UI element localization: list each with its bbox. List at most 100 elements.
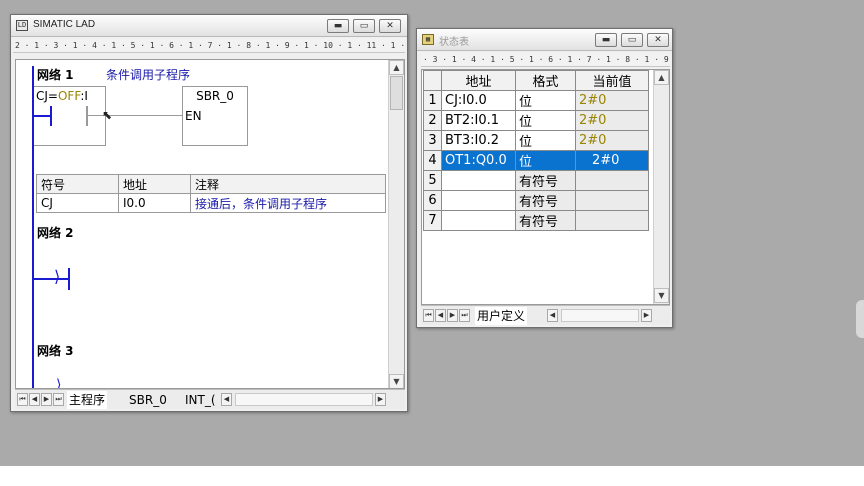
status-vertical-scrollbar[interactable]: ▲ ▼ [653, 70, 669, 304]
tab-int[interactable]: INT_( [183, 391, 218, 409]
lad-vertical-scrollbar[interactable]: ▲ ▼ [388, 60, 404, 388]
format-column-header: 格式 [515, 70, 576, 91]
status-prev-page-icon[interactable]: ◀ [435, 309, 446, 322]
side-edge-tab[interactable] [856, 300, 864, 338]
status-tab-scroll-right-icon[interactable]: ▶ [641, 309, 652, 322]
format-cell[interactable]: 位 [515, 110, 576, 131]
value-cell[interactable]: 2#0 [575, 150, 649, 171]
value-cell[interactable] [575, 170, 649, 191]
row-number[interactable]: 1 [423, 90, 442, 111]
next-page-icon[interactable]: ▶ [41, 393, 52, 406]
tab-sbr0-label: SBR_0 [129, 393, 167, 407]
status-maximize-button[interactable]: ▭ [621, 33, 643, 47]
format-cell[interactable]: 有符号 [515, 210, 576, 231]
status-window-titlebar[interactable]: ▦ 状态表 ▬ ▭ ✕ [417, 29, 672, 51]
format-cell[interactable]: 有符号 [515, 190, 576, 211]
status-last-page-icon[interactable]: ⏭ [459, 309, 470, 322]
row-number[interactable]: 6 [423, 190, 442, 211]
status-window: ▦ 状态表 ▬ ▭ ✕ · 3 · 1 · 4 · 1 · 5 · 1 · 6 … [416, 28, 673, 328]
row-number[interactable]: 7 [423, 210, 442, 231]
address-cell[interactable] [441, 190, 516, 211]
value-column-header: 当前值 [575, 70, 649, 91]
value-cell[interactable]: 2#0 [575, 90, 649, 111]
tab-sbr0[interactable]: SBR_0 [127, 391, 169, 409]
table-row-selected[interactable]: 4 OT1:Q0.0 位 2#0 [423, 150, 649, 171]
corner-cell [423, 70, 442, 91]
scroll-down-icon[interactable]: ▼ [389, 374, 404, 388]
prev-page-icon[interactable]: ◀ [29, 393, 40, 406]
status-close-button[interactable]: ✕ [647, 33, 669, 47]
table-row[interactable]: 2 BT2:I0.1 位 2#0 [423, 110, 649, 131]
network-2-rung-wire [34, 278, 68, 280]
scroll-thumb[interactable] [390, 76, 403, 110]
tab-scroll-right-icon[interactable]: ▶ [375, 393, 386, 406]
tab-main-program[interactable]: 主程序 [67, 391, 108, 409]
address-cell[interactable]: CJ:I0.0 [441, 90, 516, 111]
scroll-up-icon[interactable]: ▲ [389, 60, 404, 75]
address-cell[interactable]: OT1:Q0.0 [441, 150, 516, 171]
address-cell[interactable]: I0.0 [118, 193, 191, 213]
lad-window: LD SIMATIC LAD ▬ ▭ ✕ 2 · 1 · 3 · 1 · 4 ·… [10, 14, 408, 412]
status-tab-scroll-left-icon[interactable]: ◀ [547, 309, 558, 322]
network-1-title: 网络 1 [37, 68, 74, 82]
status-scroll-up-icon[interactable]: ▲ [654, 70, 669, 85]
status-minimize-button[interactable]: ▬ [595, 33, 617, 47]
table-row[interactable]: 7 有符号 [423, 210, 649, 231]
table-row[interactable]: 1 CJ:I0.0 位 2#0 [423, 90, 649, 111]
format-cell[interactable]: 位 [515, 90, 576, 111]
table-row[interactable]: CJ I0.0 接通后，条件调用子程序 [36, 193, 386, 213]
minimize-button[interactable]: ▬ [327, 19, 349, 33]
comment-header: 注释 [190, 174, 386, 194]
format-cell[interactable]: 位 [515, 150, 576, 171]
status-table: 地址 格式 当前值 1 CJ:I0.0 位 2#0 2 BT2:I0.1 位 2… [423, 70, 649, 231]
mouse-cursor-icon: ⬉ [102, 108, 113, 122]
first-page-icon[interactable]: ⏮ [17, 393, 28, 406]
format-cell[interactable]: 位 [515, 130, 576, 151]
value-cell[interactable] [575, 190, 649, 211]
status-scroll-down-icon[interactable]: ▼ [654, 288, 669, 303]
format-cell[interactable]: 有符号 [515, 170, 576, 191]
status-window-title: 状态表 [439, 37, 469, 48]
lad-window-titlebar[interactable]: LD SIMATIC LAD ▬ ▭ ✕ [11, 15, 407, 37]
status-next-page-icon[interactable]: ▶ [447, 309, 458, 322]
status-first-page-icon[interactable]: ⏮ [423, 309, 434, 322]
tab-hscroll-track[interactable] [235, 393, 373, 406]
value-cell[interactable] [575, 210, 649, 231]
comment-cell[interactable]: 接通后，条件调用子程序 [190, 193, 386, 213]
table-row[interactable]: 5 有符号 [423, 170, 649, 191]
contact-left-wire [34, 115, 50, 117]
status-grid-panel[interactable]: 地址 格式 当前值 1 CJ:I0.0 位 2#0 2 BT2:I0.1 位 2… [421, 69, 670, 305]
last-page-icon[interactable]: ⏭ [53, 393, 64, 406]
address-header: 地址 [118, 174, 191, 194]
tab-scroll-left-icon[interactable]: ◀ [221, 393, 232, 406]
contact-left-bar [50, 106, 52, 126]
address-cell[interactable]: BT3:I0.2 [441, 130, 516, 151]
row-number[interactable]: 4 [423, 150, 442, 171]
address-cell[interactable] [441, 210, 516, 231]
tab-user-defined[interactable]: 用户定义 [475, 307, 528, 325]
lad-window-title: SIMATIC LAD [33, 19, 96, 30]
status-ruler: · 3 · 1 · 4 · 1 · 5 · 1 · 6 · 1 · 7 · 1 … [421, 53, 670, 67]
address-cell[interactable] [441, 170, 516, 191]
lad-app-icon: LD [16, 20, 28, 31]
address-cell[interactable]: BT2:I0.1 [441, 110, 516, 131]
row-number[interactable]: 3 [423, 130, 442, 151]
row-number[interactable]: 5 [423, 170, 442, 191]
table-row[interactable]: 6 有符号 [423, 190, 649, 211]
status-hscroll-track[interactable] [561, 309, 639, 322]
maximize-button[interactable]: ▭ [353, 19, 375, 33]
tab-user-defined-label: 用户定义 [477, 309, 526, 323]
symbol-cell[interactable]: CJ [36, 193, 119, 213]
table-row[interactable]: 3 BT3:I0.2 位 2#0 [423, 130, 649, 151]
network-1-comment[interactable]: 条件调用子程序 [106, 66, 190, 83]
lad-ruler: 2 · 1 · 3 · 1 · 4 · 1 · 5 · 1 · 6 · 1 · … [13, 39, 405, 53]
value-cell[interactable]: 2#0 [575, 110, 649, 131]
sbr0-box-name: SBR_0 [196, 89, 234, 103]
sbr0-call-box[interactable]: SBR_0 EN [182, 86, 248, 146]
row-number[interactable]: 2 [423, 110, 442, 131]
network-3-title: 网络 3 [37, 344, 74, 358]
value-cell[interactable]: 2#0 [575, 130, 649, 151]
lad-tab-bar: ⏮ ◀ ▶ ⏭ 主程序 SBR_0 INT_( ◀ ▶ [15, 389, 405, 409]
close-button[interactable]: ✕ [379, 19, 401, 33]
lad-editor[interactable]: 网络 1 条件调用子程序 CJ=OFF:I ⬉ SBR_0 EN 符号 地址 注… [15, 59, 405, 389]
